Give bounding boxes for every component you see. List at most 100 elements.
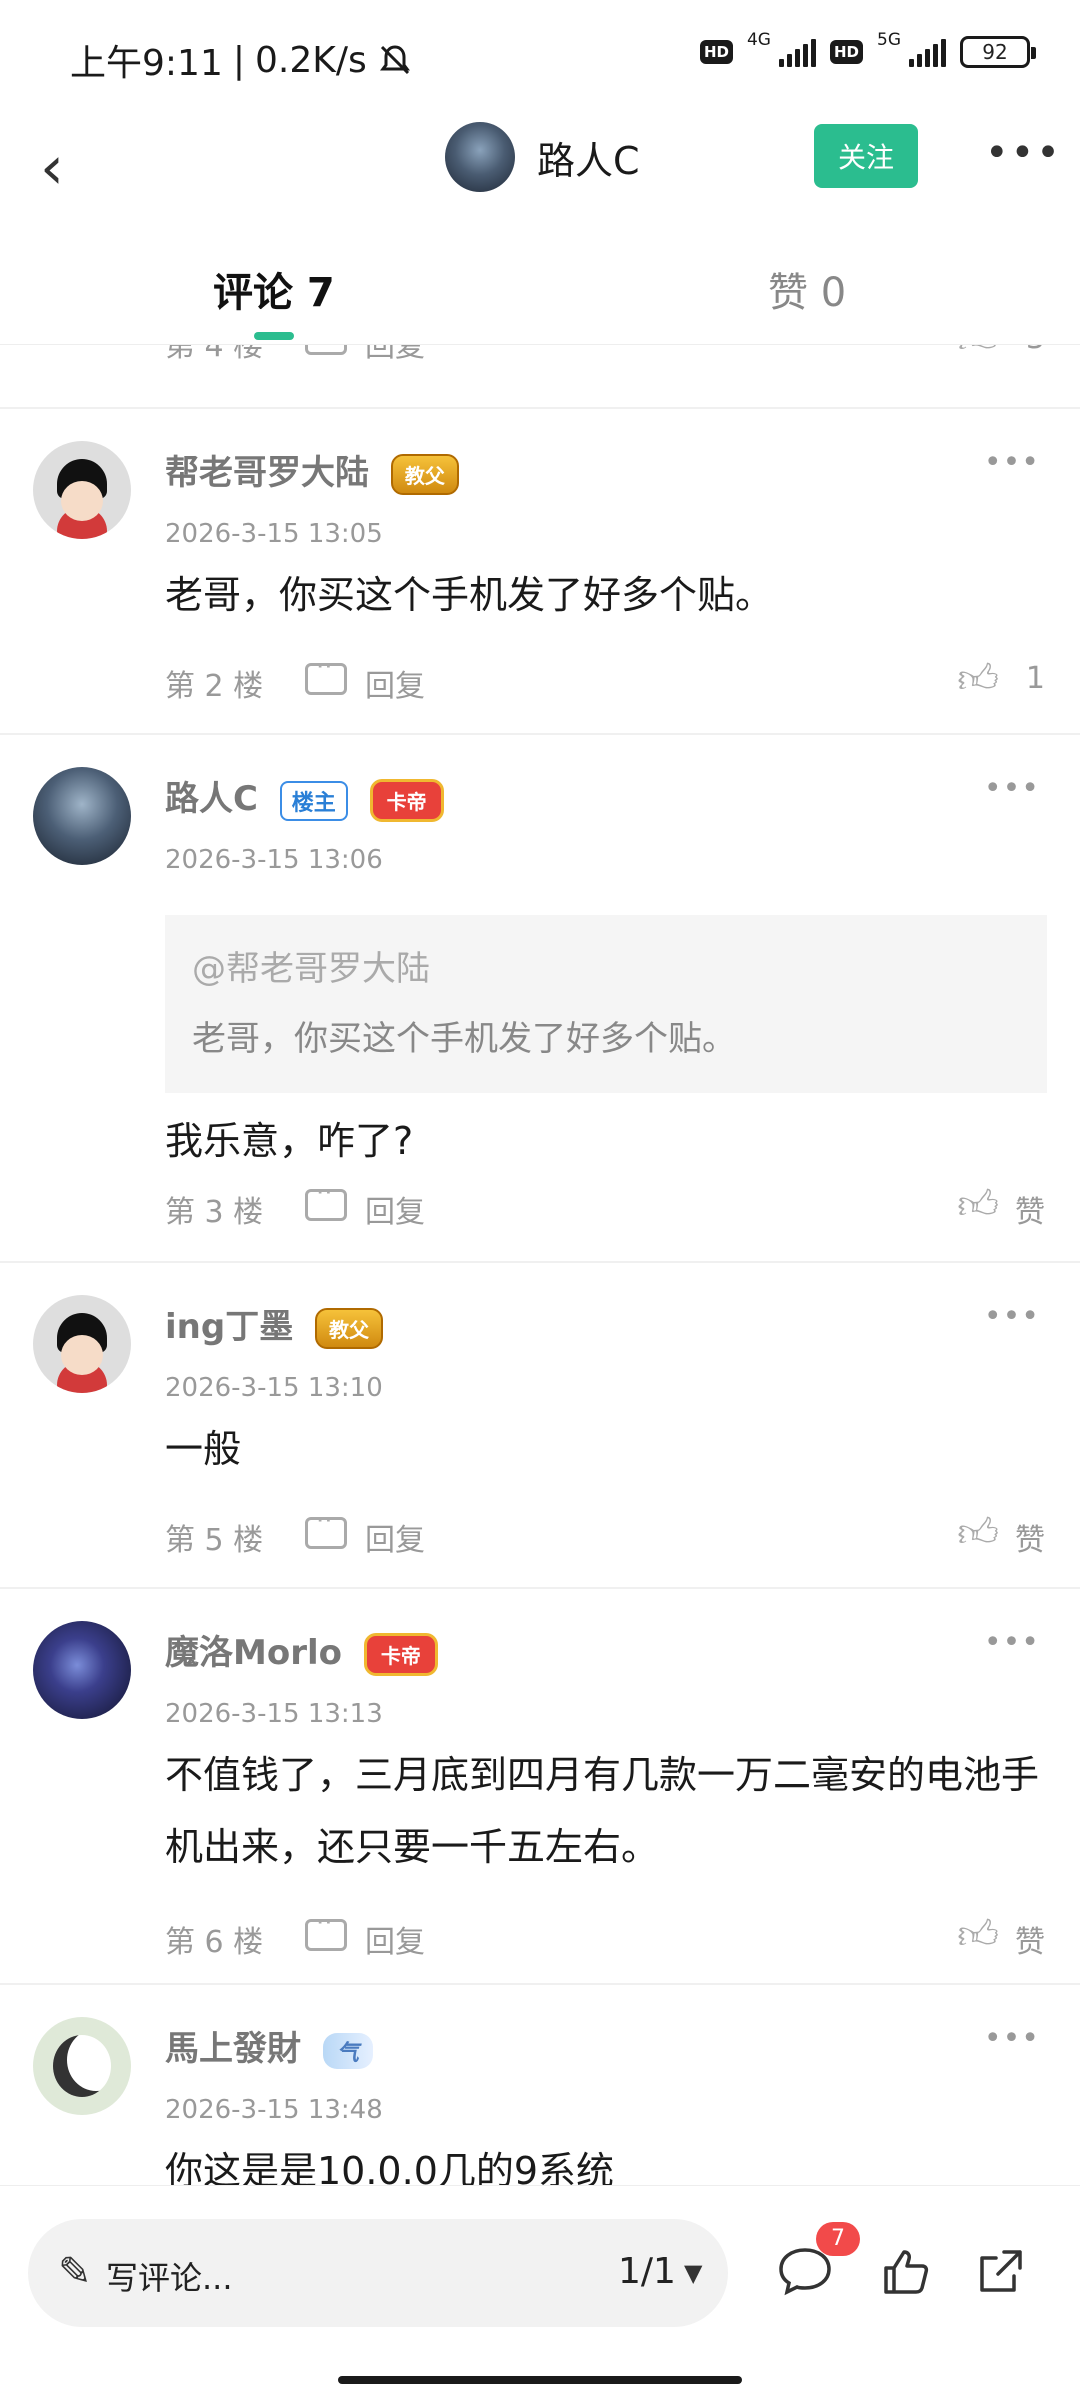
pencil-icon: ✎ [58,2249,92,2295]
thumb-up-icon[interactable]: 👍︎ [957,1911,999,1959]
avatar[interactable] [33,441,131,539]
nav-bar: ‹ 路人C 关注 ••• [0,110,1080,240]
floor-label: 第 3 楼 [165,1195,264,1230]
floor-label: 第 4 楼 [165,345,264,364]
avatar[interactable] [33,1621,131,1719]
battery-level: 92 [982,40,1008,64]
nav-user[interactable]: 路人C [445,122,640,192]
back-icon[interactable]: ‹ [22,128,82,208]
share-icon[interactable] [966,2246,1036,2306]
tab-bar: 评论 7 赞 0 [0,240,1080,345]
tab-indicator [254,332,294,340]
username-text: 路人C [165,779,258,819]
status-right: HD 4G HD 5G 92 [699,30,1036,68]
status-speed: 0.2K/s [254,39,367,81]
more-icon[interactable]: ••• [984,445,1040,480]
username[interactable]: 路人C 楼主 卡帝 [165,771,444,822]
thumb-up-icon[interactable]: 👍︎ [957,655,999,703]
reply-button[interactable]: 回复 [365,1515,425,1559]
more-icon[interactable]: ••• [984,1299,1040,1334]
username-text: 馬上發財 [165,2029,301,2069]
rank-badge: 教父 [315,1308,384,1349]
more-icon[interactable]: ••• [984,1625,1040,1660]
username-text: 帮老哥罗大陆 [165,453,369,493]
reply-button[interactable]: 回复 [365,661,425,705]
quoted-comment[interactable]: @帮老哥罗大陆 老哥，你买这个手机发了好多个贴。 [165,915,1047,1093]
like-label[interactable]: 赞 [1015,1917,1045,1961]
rank-badge: 卡帝 [363,1633,438,1676]
thumb-up-icon[interactable] [870,2246,940,2306]
battery-icon: 92 [960,36,1036,68]
tab-comments[interactable]: 评论 7 [213,260,335,318]
like-label[interactable]: 赞 [1015,1187,1045,1231]
partial-comment-footer: 第 4 楼 回复 👍︎ 3 [0,345,1080,375]
reply-icon[interactable] [305,345,347,355]
comment-item: ing丁墨 教父 ••• 2026-3-15 13:10 一般 第 5 楼 回复… [0,1261,1080,1587]
more-icon[interactable]: ••• [984,771,1040,806]
avatar[interactable] [33,767,131,865]
share-arrow-icon [980,2250,1022,2292]
avatar[interactable] [33,2017,131,2115]
timestamp: 2026-3-15 13:05 [165,519,383,549]
network-5g: 5G [877,30,901,50]
more-icon[interactable]: ••• [984,2021,1040,2056]
status-bar: 上午9:11 | 0.2K/s HD 4G HD 5G 92 [0,0,1080,110]
username-text: ing丁墨 [165,1307,294,1347]
reply-icon[interactable] [305,1908,347,1951]
home-indicator[interactable] [338,2376,742,2384]
thumb-up-icon[interactable]: 👍︎ [957,1509,999,1557]
comment-item: 魔洛Morlo 卡帝 ••• 2026-3-15 13:13 不值钱了，三月底到… [0,1587,1080,1983]
floor-label: 第 5 楼 [165,1523,264,1558]
comment-text: 你这是是10.0.0几的9系统 [165,2149,615,2185]
reply-button[interactable]: 回复 [365,345,425,365]
comment-input-placeholder: 写评论... [106,2259,233,2297]
username[interactable]: 魔洛Morlo 卡帝 [165,1625,438,1676]
rank-badge: 卡帝 [369,779,444,822]
follow-button[interactable]: 关注 [814,124,918,188]
comment-list[interactable]: 第 4 楼 回复 👍︎ 3 帮老哥罗大陆 教父 ••• 2026-3-15 13… [0,345,1080,2185]
username-text: 魔洛Morlo [165,1633,342,1673]
username[interactable]: 帮老哥罗大陆 教父 [165,445,459,495]
hd-icon: HD [699,40,733,64]
timestamp: 2026-3-15 13:48 [165,2095,383,2125]
reply-button[interactable]: 回复 [365,1187,425,1231]
status-divider: | [232,39,245,81]
quoted-text: 老哥，你买这个手机发了好多个贴。 [192,1019,736,1059]
reply-button[interactable]: 回复 [365,1917,425,1961]
comment-item: 帮老哥罗大陆 教父 ••• 2026-3-15 13:05 老哥，你买这个手机发… [0,407,1080,733]
like-count: 1 [1025,661,1045,696]
caret-down-icon[interactable]: ▼ [684,2259,702,2287]
reply-icon[interactable] [305,652,347,695]
thumb-up-icon[interactable]: 👍︎ [957,345,999,363]
bottom-bar: ✎ 写评论... 1/1 ▼ 7 [0,2185,1080,2400]
timestamp: 2026-3-15 13:10 [165,1373,383,1403]
signal-icon-2 [909,37,946,67]
avatar[interactable] [445,122,515,192]
comment-footer: 第 6 楼 回复 👍︎ 赞 [165,1908,1045,1961]
reply-icon[interactable] [305,1178,347,1221]
username[interactable]: ing丁墨 教父 [165,1299,384,1349]
page-indicator[interactable]: 1/1 [618,2251,676,2292]
rank-badge: 气 [322,2032,373,2069]
page-title: 路人C [537,138,640,183]
tab-likes[interactable]: 赞 0 [768,260,846,318]
like-icon [884,2250,929,2294]
timestamp: 2026-3-15 13:13 [165,1699,383,1729]
avatar[interactable] [33,1295,131,1393]
thumb-up-icon[interactable]: 👍︎ [957,1181,999,1229]
comment-input[interactable]: ✎ 写评论... 1/1 ▼ [28,2219,728,2327]
comment-text: 老哥，你买这个手机发了好多个贴。 [165,573,774,617]
reply-icon[interactable] [305,1506,347,1549]
status-left: 上午9:11 | 0.2K/s [70,34,413,86]
more-icon[interactable]: ••• [985,130,1062,176]
like-label[interactable]: 赞 [1015,1515,1045,1559]
quoted-username: @帮老哥罗大陆 [192,949,430,989]
comment-footer: 第 2 楼 回复 👍︎ 1 [165,652,1045,705]
comment-item: 馬上發財 气 ••• 2026-3-15 13:48 你这是是10.0.0几的9… [0,1983,1080,2185]
signal-icon [778,37,816,67]
rank-badge: 教父 [390,454,459,495]
comment-text: 不值钱了，三月底到四月有几款一万二毫安的电池手机出来，还只要一千五左右。 [165,1753,1040,1869]
comment-item: 路人C 楼主 卡帝 ••• 2026-3-15 13:06 @帮老哥罗大陆 老哥… [0,733,1080,1261]
username[interactable]: 馬上發財 气 [165,2021,373,2070]
comment-footer: 第 3 楼 回复 👍︎ 赞 [165,1178,1045,1231]
